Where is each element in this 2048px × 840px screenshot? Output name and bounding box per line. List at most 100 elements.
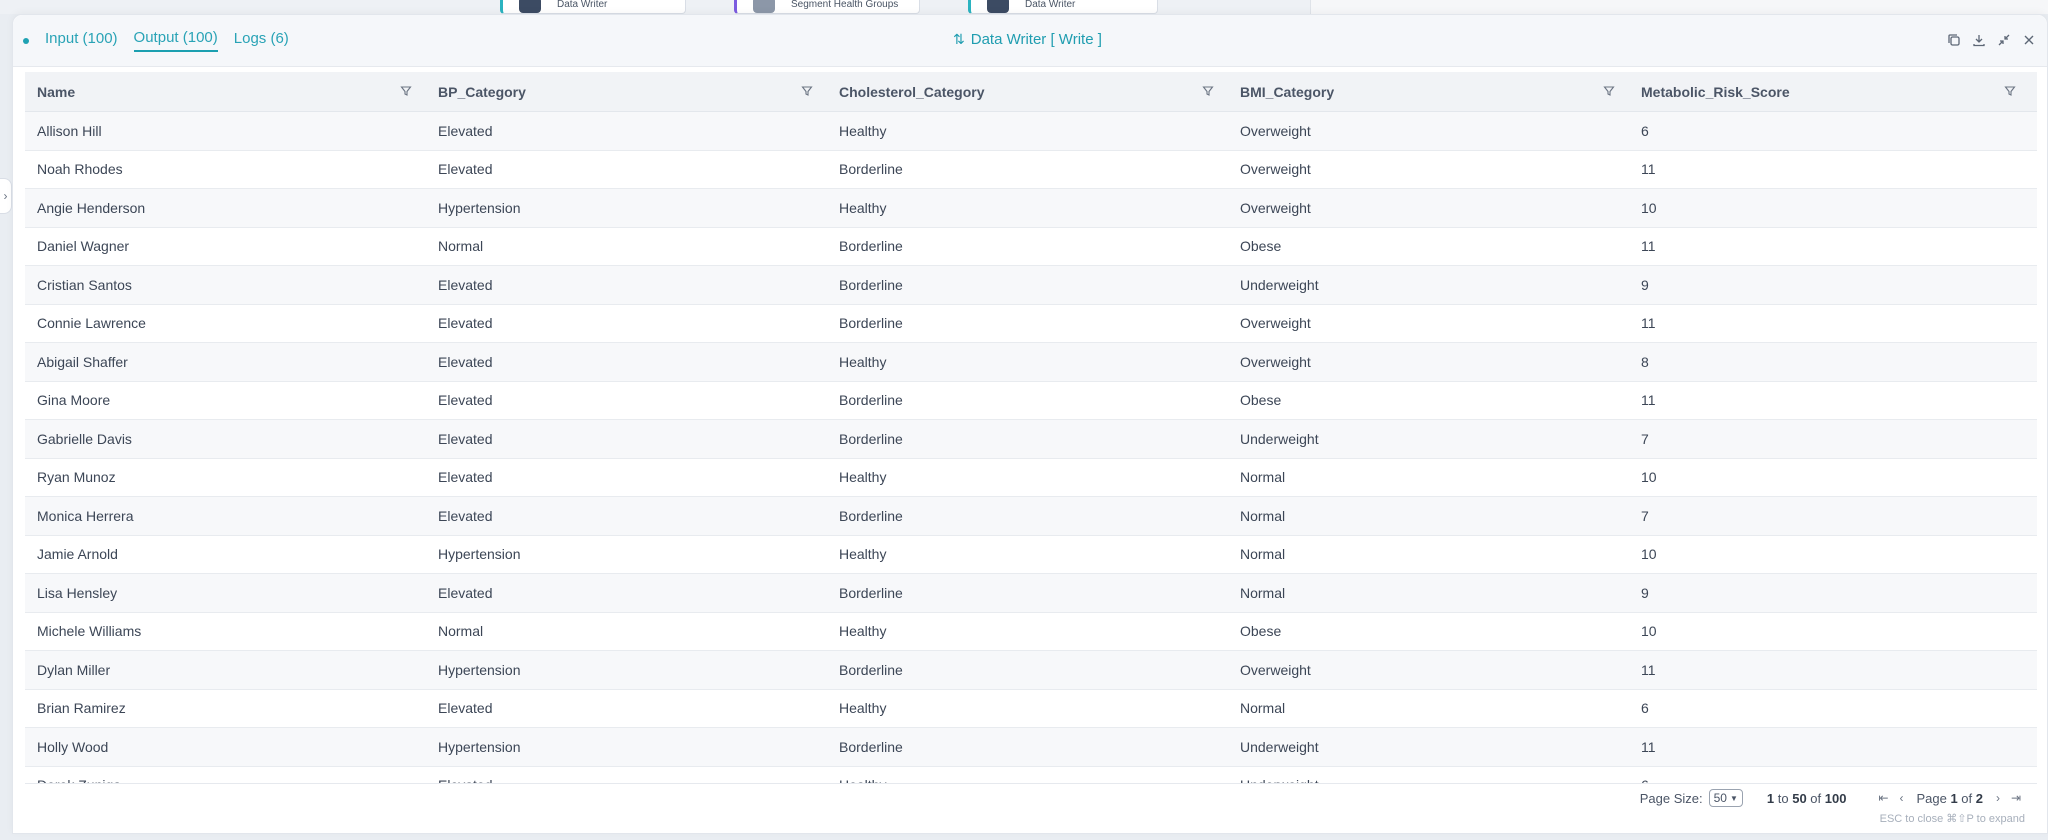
tab-logs[interactable]: Logs (6) bbox=[234, 30, 289, 51]
column-header-bp-category[interactable]: BP_Category bbox=[426, 72, 827, 111]
table-cell: Connie Lawrence bbox=[37, 315, 146, 332]
background-node-data-writer-1[interactable]: Data Writer bbox=[500, 0, 686, 14]
pagination-bar: Page Size: 50 ▼ 1 to 50 of 100 ⇤ ‹ Page … bbox=[25, 783, 2037, 831]
table-cell: Gabrielle Davis bbox=[37, 430, 132, 447]
copy-button[interactable] bbox=[1941, 29, 1966, 51]
table-cell: Obese bbox=[1240, 238, 1282, 255]
column-header-bmi-category[interactable]: BMI_Category bbox=[1228, 72, 1629, 111]
table-cell: 11 bbox=[1641, 315, 1656, 332]
table-cell: Elevated bbox=[438, 276, 493, 293]
table-cell: Abigail Shaffer bbox=[37, 353, 128, 370]
table-cell: Jamie Arnold bbox=[37, 546, 118, 563]
table-row[interactable]: Angie Henderson Hypertension Healthy Overwe… bbox=[25, 189, 2037, 228]
page-current: 1 bbox=[1950, 790, 1958, 806]
data-writer-icon: ⇅ bbox=[953, 31, 965, 47]
column-header-label: Metabolic_Risk_Score bbox=[1641, 83, 1790, 100]
table-row[interactable]: Gabrielle Davis Elevated Borderline Underwe… bbox=[25, 420, 2037, 459]
table-cell: Overweight bbox=[1240, 122, 1311, 139]
background-node-data-writer-2[interactable]: Data Writer bbox=[968, 0, 1158, 14]
node-label: Data Writer bbox=[557, 0, 608, 10]
column-header-name[interactable]: Name bbox=[25, 72, 426, 111]
table-cell: Elevated bbox=[438, 161, 493, 178]
collapse-button[interactable] bbox=[1991, 29, 2016, 51]
next-page-button[interactable]: › bbox=[1989, 791, 2007, 805]
table-cell: Healthy bbox=[839, 353, 887, 370]
table-cell: Overweight bbox=[1240, 315, 1311, 332]
table-cell: Angie Henderson bbox=[37, 199, 146, 216]
table-body[interactable]: Allison Hill Elevated Healthy Overweight 6 No… bbox=[25, 112, 2037, 787]
table-cell: Dylan Miller bbox=[37, 661, 111, 678]
page-info: Page 1 of 2 bbox=[1916, 790, 1983, 806]
canvas-background: Data Writer Segment Health Groups Data W… bbox=[0, 0, 2048, 14]
table-row[interactable]: Allison Hill Elevated Healthy Overweight 6 bbox=[25, 112, 2037, 151]
table-cell: Elevated bbox=[438, 392, 493, 409]
table-cell: Borderline bbox=[839, 238, 903, 255]
download-button[interactable] bbox=[1966, 29, 1991, 51]
filter-icon[interactable] bbox=[1603, 85, 1615, 97]
data-preview-panel: Input (100) Output (100) Logs (6) ⇅ Data… bbox=[12, 14, 2048, 834]
panel-header: Input (100) Output (100) Logs (6) ⇅ Data… bbox=[13, 15, 2047, 67]
table-row[interactable]: Cristian Santos Elevated Borderline Underwe… bbox=[25, 266, 2037, 305]
table-row[interactable]: Daniel Wagner Normal Borderline Obese 11 bbox=[25, 227, 2037, 266]
table-row[interactable]: Gina Moore Elevated Borderline Obese 11 bbox=[25, 381, 2037, 420]
filter-icon[interactable] bbox=[400, 85, 412, 97]
table-cell: Elevated bbox=[438, 353, 493, 370]
table-cell: 11 bbox=[1641, 161, 1656, 178]
table-row[interactable]: Noah Rhodes Elevated Borderline Overweight 1… bbox=[25, 150, 2037, 189]
background-node-segment-health-groups[interactable]: Segment Health Groups bbox=[734, 0, 920, 14]
column-header-label: Name bbox=[37, 83, 76, 100]
column-header-label: BMI_Category bbox=[1240, 83, 1335, 100]
table-cell: Obese bbox=[1240, 623, 1282, 640]
table-row[interactable]: Lisa Hensley Elevated Borderline Normal 9 bbox=[25, 574, 2037, 613]
table-cell: Healthy bbox=[839, 700, 887, 717]
table-row[interactable]: Michele Williams Normal Healthy Obese 10 bbox=[25, 612, 2037, 651]
filter-icon[interactable] bbox=[1202, 85, 1214, 97]
table-cell: Allison Hill bbox=[37, 122, 102, 139]
background-side-panel bbox=[1310, 0, 2048, 14]
table-row[interactable]: Brian Ramirez Elevated Healthy Normal 6 bbox=[25, 689, 2037, 728]
table-cell: Borderline bbox=[839, 661, 903, 678]
table-cell: Borderline bbox=[839, 430, 903, 447]
table-row[interactable]: Jamie Arnold Hypertension Healthy Normal 10 bbox=[25, 535, 2037, 574]
download-icon bbox=[1972, 35, 1985, 47]
table-cell: Brian Ramirez bbox=[37, 700, 126, 717]
tab-output[interactable]: Output (100) bbox=[133, 29, 218, 52]
table-cell: Elevated bbox=[438, 469, 493, 486]
status-dot-icon bbox=[23, 37, 29, 44]
data-table: Name BP_Category Cholesterol_Category BM… bbox=[25, 72, 2037, 787]
table-row[interactable]: Connie Lawrence Elevated Borderline Overwei… bbox=[25, 304, 2037, 343]
close-button[interactable] bbox=[2016, 29, 2041, 51]
table-header: Name BP_Category Cholesterol_Category BM… bbox=[25, 72, 2037, 112]
table-cell: Healthy bbox=[839, 199, 887, 216]
table-row[interactable]: Ryan Munoz Elevated Healthy Normal 10 bbox=[25, 458, 2037, 497]
column-header-metabolic-risk-score[interactable]: Metabolic_Risk_Score bbox=[1629, 72, 2030, 111]
table-row[interactable]: Dylan Miller Hypertension Borderline Overwe… bbox=[25, 651, 2037, 690]
page-size-select[interactable]: 50 ▼ bbox=[1708, 789, 1743, 807]
node-label: Segment Health Groups bbox=[791, 0, 899, 10]
table-cell: Lisa Hensley bbox=[37, 584, 118, 601]
table-cell: Borderline bbox=[839, 276, 903, 293]
table-cell: Michele Williams bbox=[37, 623, 142, 640]
filter-icon[interactable] bbox=[801, 85, 813, 97]
table-row[interactable]: Abigail Shaffer Elevated Healthy Overweight… bbox=[25, 343, 2037, 382]
table-row[interactable]: Monica Herrera Elevated Borderline Normal 7 bbox=[25, 497, 2037, 536]
table-cell: 10 bbox=[1641, 469, 1657, 486]
table-cell: Overweight bbox=[1240, 199, 1311, 216]
column-header-cholesterol-category[interactable]: Cholesterol_Category bbox=[827, 72, 1228, 111]
last-page-button[interactable]: ⇥ bbox=[2007, 791, 2025, 805]
expand-sidebar-button[interactable]: › bbox=[0, 178, 12, 214]
table-cell: Normal bbox=[438, 238, 484, 255]
table-cell: Normal bbox=[1240, 700, 1286, 717]
table-cell: Borderline bbox=[839, 738, 903, 755]
table-cell: Overweight bbox=[1240, 353, 1311, 370]
table-cell: Ryan Munoz bbox=[37, 469, 116, 486]
filter-icon[interactable] bbox=[2004, 85, 2016, 97]
table-cell: Normal bbox=[1240, 546, 1286, 563]
node-icon bbox=[753, 0, 775, 13]
first-page-button[interactable]: ⇤ bbox=[1874, 791, 1892, 805]
prev-page-button[interactable]: ‹ bbox=[1892, 791, 1910, 805]
tab-input[interactable]: Input (100) bbox=[45, 30, 118, 51]
table-row[interactable]: Holly Wood Hypertension Borderline Underwei… bbox=[25, 728, 2037, 767]
table-cell: 8 bbox=[1641, 353, 1649, 370]
chevron-right-icon: › bbox=[3, 189, 8, 203]
